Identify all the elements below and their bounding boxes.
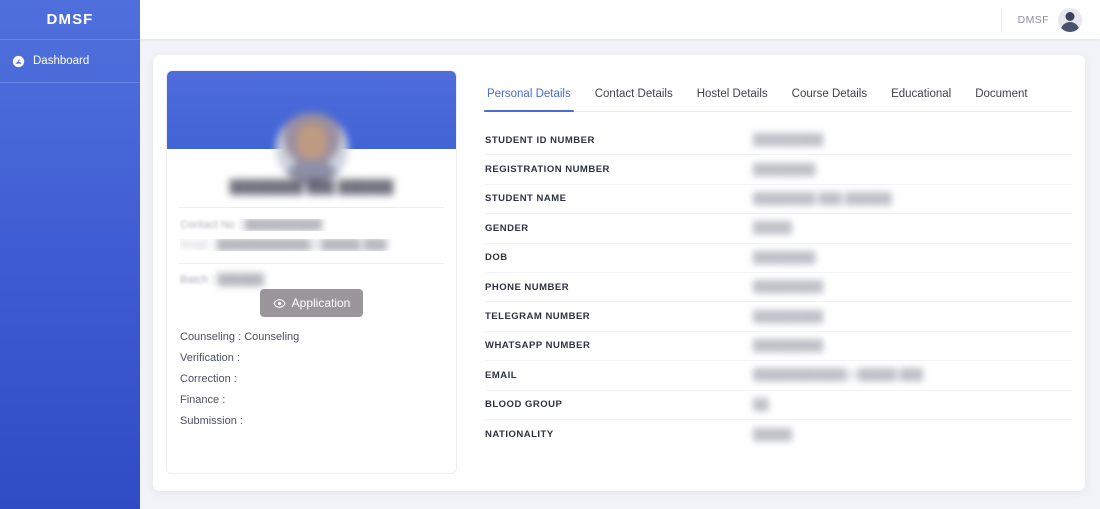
- field-value-email: ████████████@█████.███: [753, 369, 924, 382]
- profile-photo-head: [296, 127, 327, 161]
- field-label-nationality: NATIONALITY: [485, 429, 554, 441]
- field-value-student-id: █████████: [753, 134, 824, 147]
- field-value-registration-number: ████████: [753, 163, 816, 176]
- field-label-registration-number: REGISTRATION NUMBER: [485, 164, 610, 176]
- avatar-head: [1065, 11, 1075, 21]
- status-item-counseling: Counseling : Counseling: [180, 331, 300, 343]
- field-label-student-name: STUDENT NAME: [485, 193, 567, 205]
- application-status-list: Counseling : Counseling Verification : C…: [167, 317, 456, 427]
- profile-contact-row: Contact No : ██████████: [180, 219, 443, 231]
- details-tabs: Personal Details Contact Details Hostel …: [484, 70, 1072, 112]
- field-value-telegram-number: █████████: [753, 310, 824, 323]
- details-panel: Personal Details Contact Details Hostel …: [484, 70, 1072, 474]
- sidebar: DMSF Dashboard: [0, 0, 140, 509]
- tab-educational[interactable]: Educational: [891, 88, 951, 111]
- sidebar-nav: Dashboard: [0, 40, 140, 82]
- field-value-student-name: ████████ ███ ██████: [753, 192, 892, 205]
- field-value-gender: █████: [753, 222, 792, 235]
- profile-email-label: Email :: [180, 239, 214, 251]
- field-label-phone-number: PHONE NUMBER: [485, 281, 570, 293]
- sidebar-item-dashboard[interactable]: Dashboard: [0, 40, 140, 82]
- page-content: ████████ ███ ██████ Contact No : ███████…: [140, 39, 1100, 509]
- field-row: EMAIL ████████████@█████.███: [485, 361, 1072, 391]
- topbar: DMSF: [140, 0, 1100, 39]
- profile-name: ████████ ███ ██████: [229, 179, 394, 194]
- profile-contact-label: Contact No :: [180, 219, 242, 231]
- user-avatar-icon[interactable]: [1058, 7, 1082, 32]
- profile-photo: [275, 113, 348, 185]
- field-row: NATIONALITY █████: [485, 420, 1072, 449]
- field-label-telegram-number: TELEGRAM NUMBER: [485, 311, 591, 323]
- field-row: BLOOD GROUP ██: [485, 391, 1072, 420]
- tab-contact-details[interactable]: Contact Details: [595, 88, 673, 111]
- field-label-email: EMAIL: [485, 369, 518, 381]
- field-value-blood-group: ██: [753, 398, 769, 411]
- application-button-label: Application: [291, 296, 351, 310]
- field-row: REGISTRATION NUMBER ████████: [485, 155, 1072, 185]
- sidebar-brand: DMSF: [46, 11, 94, 28]
- profile-contact-value: ██████████: [244, 219, 323, 231]
- profile-batch-value: ██████: [217, 274, 265, 286]
- application-button-wrap: Application: [167, 289, 456, 317]
- field-row: WHATSAPP NUMBER █████████: [485, 332, 1072, 362]
- field-value-whatsapp-number: █████████: [753, 339, 824, 352]
- field-label-dob: DOB: [485, 252, 508, 264]
- field-value-phone-number: █████████: [753, 281, 824, 294]
- tab-document[interactable]: Document: [975, 88, 1027, 111]
- application-button[interactable]: Application: [259, 289, 364, 317]
- sidebar-item-label: Dashboard: [33, 55, 90, 67]
- avatar-body: [1060, 21, 1080, 32]
- status-item-correction: Correction :: [180, 373, 237, 385]
- personal-details-field-list: STUDENT ID NUMBER █████████ REGISTRATION…: [485, 112, 1072, 449]
- field-label-student-id: STUDENT ID NUMBER: [485, 134, 595, 146]
- sidebar-divider-bottom: [0, 82, 140, 83]
- field-label-gender: GENDER: [485, 222, 529, 234]
- profile-contact-block: Contact No : ██████████ Email : ████████…: [167, 208, 456, 251]
- status-item-verification: Verification :: [180, 352, 240, 364]
- field-row: STUDENT ID NUMBER █████████: [485, 126, 1072, 156]
- field-label-whatsapp-number: WHATSAPP NUMBER: [485, 340, 591, 352]
- field-value-dob: ████████: [753, 251, 816, 264]
- eye-icon: [273, 297, 286, 310]
- field-value-nationality: █████: [753, 428, 792, 441]
- profile-batch-row: Batch : ██████: [167, 264, 456, 286]
- field-row: STUDENT NAME ████████ ███ ██████: [485, 185, 1072, 215]
- student-profile-panel: ████████ ███ ██████ Contact No : ███████…: [153, 55, 1085, 491]
- status-item-finance: Finance :: [180, 394, 226, 406]
- topbar-user-menu[interactable]: DMSF: [1000, 7, 1100, 32]
- field-row: TELEGRAM NUMBER █████████: [485, 302, 1072, 332]
- field-row: DOB ████████: [485, 244, 1072, 273]
- profile-batch-label: Batch :: [180, 274, 215, 286]
- profile-card: ████████ ███ ██████ Contact No : ███████…: [166, 70, 457, 474]
- topbar-user-name: DMSF: [1017, 13, 1049, 26]
- tab-course-details[interactable]: Course Details: [792, 88, 867, 111]
- app-root: DMSF Dashboard DMSF ████████ ███ ██████ …: [0, 0, 1100, 509]
- tab-personal-details[interactable]: Personal Details: [484, 88, 574, 112]
- status-item-submission: Submission :: [180, 415, 243, 427]
- field-row: PHONE NUMBER █████████: [485, 273, 1072, 303]
- tab-hostel-details[interactable]: Hostel Details: [697, 88, 768, 111]
- dashboard-gauge-icon: [12, 55, 25, 68]
- profile-email-row: Email : ████████████@█████.███: [180, 239, 443, 251]
- field-label-blood-group: BLOOD GROUP: [485, 399, 563, 411]
- profile-email-value: ████████████@█████.███: [216, 239, 387, 251]
- field-row: GENDER █████: [485, 214, 1072, 244]
